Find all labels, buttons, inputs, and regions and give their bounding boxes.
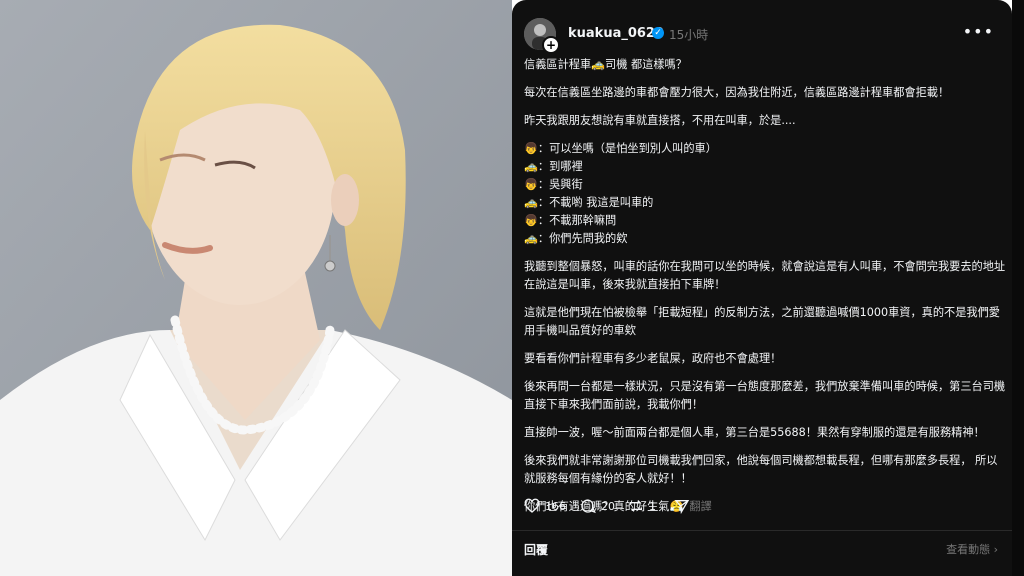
send-icon [674,500,690,514]
post-paragraph: 直接帥一波，喔～前面兩台都是個人車，第三台是55688！果然有穿制服的還是有服務… [524,426,985,439]
username[interactable]: kuakua_0629 [568,26,664,41]
post-paragraph: 要看看你們計程車有多少老鼠屎，政府也不會處理！ [524,352,782,365]
reply-tab[interactable]: 回覆 [524,541,548,558]
post-paragraph: 我聽到整個暴怒，叫車的話你在我問可以坐的時候，就會說這是有人叫車，不會問完我要去… [524,260,1006,291]
view-activity-link[interactable]: 查看動態 › [946,541,998,557]
dialogue-line: 🚕：你們先問我的欸 [524,232,628,245]
post-paragraph: 後來我們就非常謝謝那位司機載我們回家，他說每個司機都想載長程，但哪有那麼多長程，… [524,454,998,485]
post-header: + kuakua_0629 ✓ 15小時 ••• [524,16,1000,54]
chevron-right-icon: › [993,543,998,556]
repost-button[interactable]: 1 [628,498,656,514]
view-activity-label: 查看動態 [946,543,991,556]
share-button[interactable] [674,498,690,514]
translate-link[interactable]: 翻譯 [689,500,711,513]
post-paragraph: 後來再問一台都是一樣狀況，只是沒有第一台態度那麼差，我們放棄準備叫車的時候，第三… [524,380,1006,411]
heart-icon [524,498,540,513]
post-paragraph: 這就是他們現在怕被檢舉「拒載短程」的反制方法，之前還聽過喊價1000車資，真的不… [524,306,1000,337]
like-button[interactable]: 166 [524,498,566,514]
repost-count: 1 [649,499,656,513]
post-time: 15小時 [669,28,709,42]
dialogue-block: 👦：可以坐嗎（是怕坐到別人叫的車） 🚕：到哪裡 👦：吳興街 🚕：不載喲 我這是叫… [524,140,1006,248]
comment-count: 20 [601,499,615,513]
dialogue-line: 👦：吳興街 [524,178,583,191]
post-paragraph: 信義區計程車🚕司機 都這樣嗎？ [524,58,687,71]
portrait-photo [0,0,512,576]
post-paragraph: 昨天我跟朋友想說有車就直接搭，不用在叫車，於是.... [524,114,796,127]
dialogue-line: 👦：不載那幹嘛問 [524,214,617,227]
threads-post-panel: + kuakua_0629 ✓ 15小時 ••• 信義區計程車🚕司機 都這樣嗎？… [512,0,1012,576]
window-edge [1012,0,1024,576]
like-count: 166 [545,499,566,513]
post-body: 信義區計程車🚕司機 都這樣嗎？ 每次在信義區坐路邊的車都會壓力很大，因為我住附近… [524,56,1006,526]
more-options-icon[interactable]: ••• [963,22,994,41]
verified-badge-icon: ✓ [652,27,664,39]
dialogue-line: 👦：可以坐嗎（是怕坐到別人叫的車） [524,142,717,155]
comment-icon [581,499,596,514]
dialogue-line: 🚕：不載喲 我這是叫車的 [524,196,654,209]
dialogue-line: 🚕：到哪裡 [524,160,583,173]
post-paragraph: 每次在信義區坐路邊的車都會壓力很大，因為我住附近，信義區路邊計程車都會拒載！ [524,86,950,99]
portrait-illustration [0,0,512,576]
divider [512,530,1012,531]
comment-button[interactable]: 20 [580,498,615,514]
repost-icon [630,500,642,512]
follow-plus-icon[interactable]: + [542,36,560,54]
